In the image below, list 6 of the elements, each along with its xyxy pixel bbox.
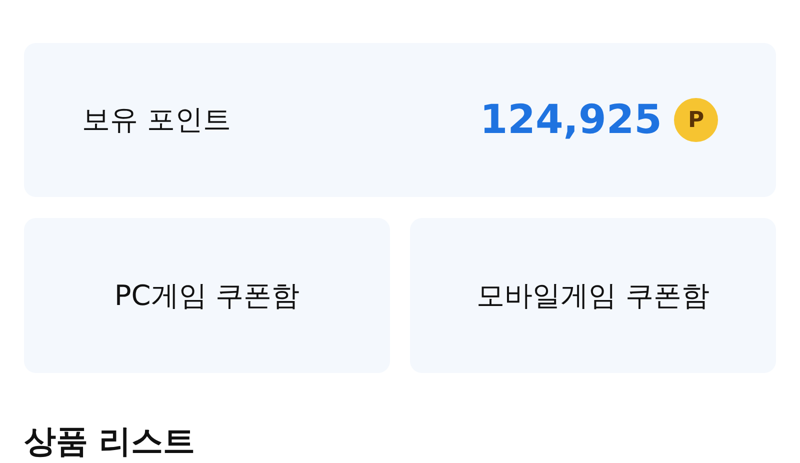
coin-icon: P <box>674 98 718 142</box>
points-label: 보유 포인트 <box>82 102 231 138</box>
points-value: 124,925 <box>480 96 662 145</box>
coupon-box-button[interactable]: PC게임 쿠폰함 <box>24 218 390 373</box>
section-title: 상품 리스트 <box>24 422 196 460</box>
coupon-box-button[interactable]: 모바일게임 쿠폰함 <box>410 218 776 373</box>
